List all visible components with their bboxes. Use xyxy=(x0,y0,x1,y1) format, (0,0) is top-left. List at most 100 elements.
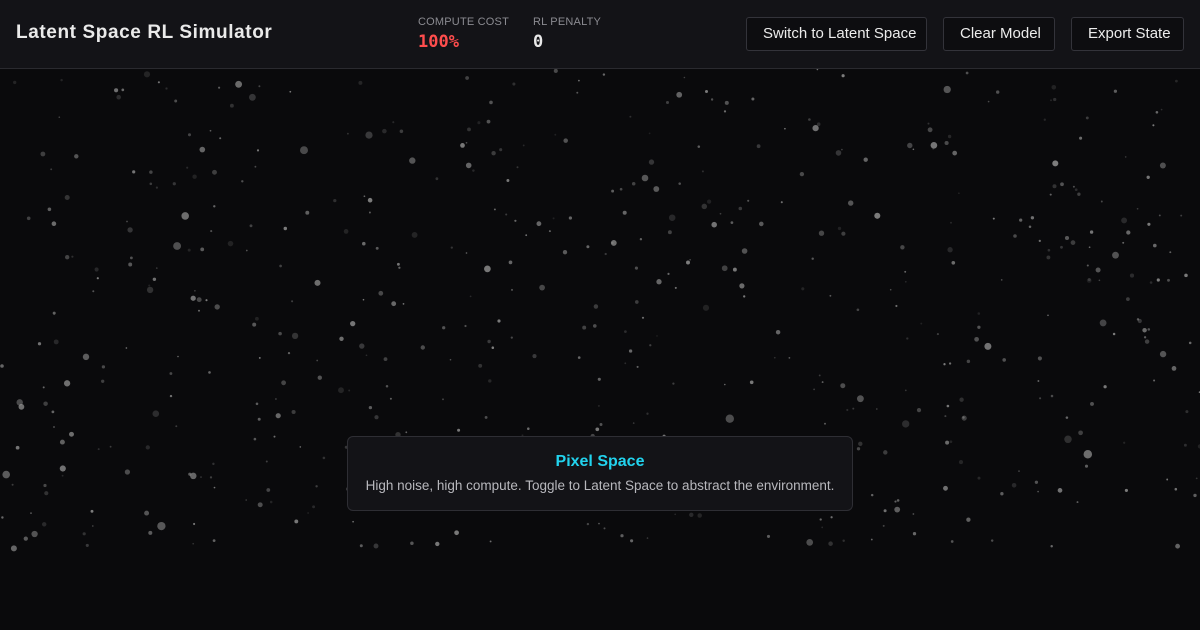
noise-particle xyxy=(830,516,833,519)
noise-particle xyxy=(920,322,923,325)
noise-particle xyxy=(219,137,222,140)
noise-particle xyxy=(41,522,47,527)
noise-particle xyxy=(883,509,887,513)
noise-particle xyxy=(291,332,299,340)
noise-particle xyxy=(1146,175,1150,179)
noise-particle xyxy=(209,476,213,479)
noise-particle xyxy=(90,509,94,513)
noise-particle xyxy=(841,231,846,236)
noise-particle xyxy=(144,510,150,516)
noise-particle xyxy=(101,365,106,369)
noise-particle xyxy=(656,279,662,285)
noise-particle xyxy=(235,80,243,88)
noise-particle xyxy=(1185,410,1189,414)
noise-particle xyxy=(1099,319,1107,327)
noise-particle xyxy=(265,460,268,463)
noise-particle xyxy=(59,465,66,472)
noise-particle xyxy=(52,311,56,315)
noise-particle xyxy=(1152,124,1155,127)
noise-particle xyxy=(1018,470,1020,472)
noise-particle xyxy=(1050,544,1053,548)
simulation-canvas[interactable] xyxy=(0,69,1200,630)
noise-particle xyxy=(959,397,964,402)
noise-particle xyxy=(365,131,373,139)
app-title: Latent Space RL Simulator xyxy=(16,22,273,43)
noise-particle xyxy=(405,431,408,434)
noise-particle xyxy=(44,491,49,496)
noise-particle xyxy=(362,241,366,246)
noise-particle xyxy=(1060,245,1063,249)
noise-particle xyxy=(187,133,192,137)
noise-particle xyxy=(382,128,387,134)
noise-particle xyxy=(799,171,805,177)
noise-particle xyxy=(63,380,71,387)
noise-particle xyxy=(603,527,606,530)
noise-particle xyxy=(514,219,517,222)
noise-particle xyxy=(992,217,995,220)
noise-particle xyxy=(1076,501,1079,504)
noise-particle xyxy=(312,505,316,509)
noise-particle xyxy=(856,308,860,312)
noise-particle xyxy=(1037,490,1039,493)
noise-particle xyxy=(457,428,461,432)
noise-particle xyxy=(895,304,898,308)
noise-particle xyxy=(255,316,259,321)
noise-particle xyxy=(646,537,649,539)
noise-particle xyxy=(200,476,202,479)
noise-particle xyxy=(18,403,25,410)
noise-particle xyxy=(773,356,776,359)
noise-particle xyxy=(435,541,440,547)
noise-particle xyxy=(1039,397,1042,400)
noise-particle xyxy=(882,524,885,527)
noise-particle xyxy=(1028,225,1032,228)
noise-particle xyxy=(1011,483,1017,488)
noise-particle xyxy=(875,408,878,410)
noise-particle xyxy=(894,500,897,503)
noise-particle xyxy=(1159,162,1166,169)
noise-particle xyxy=(1030,216,1035,220)
rl-penalty-value: 0 xyxy=(533,32,544,52)
noise-particle xyxy=(667,272,670,275)
noise-particle xyxy=(577,356,581,359)
noise-particle xyxy=(620,534,624,538)
noise-particle xyxy=(149,170,153,174)
noise-particle xyxy=(1086,264,1089,267)
noise-particle xyxy=(586,245,590,249)
compute-cost-label: COMPUTE COST xyxy=(418,16,510,28)
noise-particle xyxy=(378,290,384,296)
export-state-button[interactable]: Export State xyxy=(1071,17,1184,51)
noise-particle xyxy=(1070,240,1076,245)
noise-particle xyxy=(245,499,248,501)
noise-particle xyxy=(1158,214,1161,217)
noise-particle xyxy=(701,203,708,210)
noise-particle xyxy=(856,395,864,403)
noise-particle xyxy=(411,231,418,238)
noise-particle xyxy=(350,320,356,327)
noise-particle xyxy=(214,304,220,310)
noise-particle xyxy=(818,230,825,236)
noise-particle xyxy=(208,371,211,374)
noise-particle xyxy=(619,187,623,191)
noise-particle xyxy=(399,129,404,134)
noise-particle xyxy=(196,297,202,303)
noise-particle xyxy=(53,339,59,345)
switch-to-latent-space-button[interactable]: Switch to Latent Space xyxy=(746,17,927,51)
noise-particle xyxy=(788,356,791,359)
noise-particle xyxy=(641,174,649,182)
noise-particle xyxy=(996,90,1000,94)
noise-particle xyxy=(870,538,873,541)
noise-particle xyxy=(811,257,814,260)
noise-particle xyxy=(1184,273,1188,278)
noise-particle xyxy=(435,177,439,181)
noise-particle xyxy=(1000,492,1004,496)
noise-particle xyxy=(454,530,459,536)
noise-particle xyxy=(598,522,600,525)
noise-particle xyxy=(958,192,960,195)
noise-particle xyxy=(1169,251,1172,254)
noise-particle xyxy=(97,448,100,451)
noise-particle xyxy=(146,286,154,294)
noise-particle xyxy=(15,445,20,450)
clear-model-button[interactable]: Clear Model xyxy=(943,17,1055,51)
noise-particle xyxy=(1077,192,1081,196)
noise-particle xyxy=(1180,214,1183,217)
